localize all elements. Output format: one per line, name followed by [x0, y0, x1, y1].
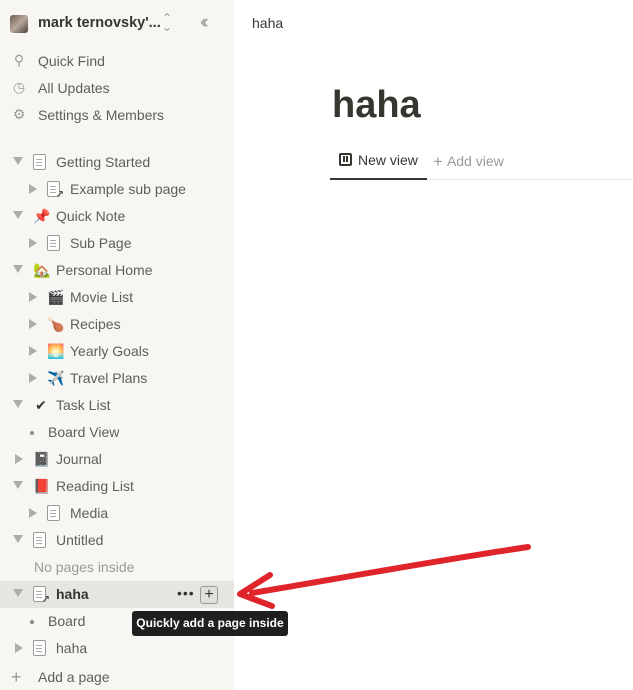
red-arrow-annotation [237, 544, 531, 609]
